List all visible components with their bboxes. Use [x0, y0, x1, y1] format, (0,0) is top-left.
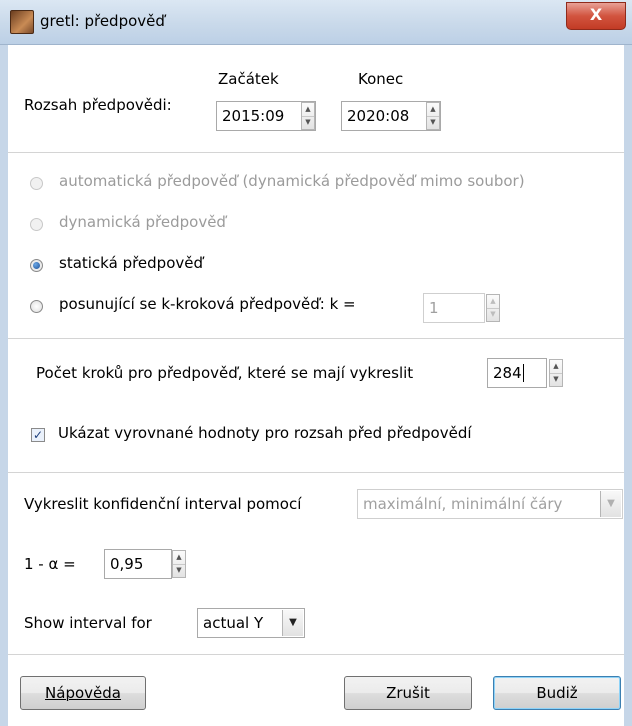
radio-rolling-k-step[interactable] [30, 300, 43, 313]
window-frame-right [624, 45, 632, 726]
radio-automatic-label: automatická předpověď (dynamická předpov… [59, 172, 525, 190]
start-date-value: 2015:09 [222, 107, 285, 125]
window-title: gretl: předpověď [40, 12, 165, 30]
interval-value: actual Y [203, 614, 264, 632]
decrement-arrow-icon[interactable]: ▼ [302, 116, 314, 129]
start-date-stepper[interactable]: ▲ ▼ [301, 102, 315, 130]
plot-steps-value: 284 [493, 364, 522, 382]
plot-steps-spinner[interactable]: 284 [487, 358, 547, 388]
chevron-down-icon[interactable]: ▼ [600, 491, 621, 517]
radio-static-label: statická předpověď [59, 254, 204, 272]
radio-automatic[interactable] [30, 177, 43, 190]
text-cursor [522, 364, 524, 382]
decrement-arrow-icon[interactable]: ▼ [173, 564, 185, 577]
help-button[interactable]: Nápověda [20, 676, 146, 710]
end-date-value: 2020:08 [347, 107, 410, 125]
ok-button-label: Budiž [536, 684, 578, 702]
increment-arrow-icon[interactable]: ▲ [427, 103, 439, 117]
k-steps-stepper[interactable]: ▲ ▼ [486, 294, 500, 322]
gretl-app-icon [10, 10, 34, 34]
interval-label: Show interval for [24, 614, 152, 632]
cancel-button[interactable]: Zrušit [344, 676, 472, 710]
ok-button[interactable]: Budiž [493, 676, 621, 710]
plot-steps-label: Počet kroků pro předpověď, které se mají… [36, 364, 414, 382]
decrement-arrow-icon[interactable]: ▼ [427, 116, 439, 129]
confidence-method-dropdown[interactable]: maximální, minimální čáry ▼ [357, 489, 623, 519]
help-button-label: Nápověda [45, 684, 121, 702]
interval-dropdown[interactable]: actual Y ▼ [197, 608, 305, 638]
close-button[interactable]: X [566, 2, 626, 30]
title-bar: gretl: předpověď X [0, 0, 632, 45]
radio-dynamic[interactable] [30, 218, 43, 231]
increment-arrow-icon[interactable]: ▲ [173, 551, 185, 565]
alpha-label: 1 - α = [24, 555, 76, 573]
k-steps-value: 1 [429, 299, 439, 317]
show-fitted-label: Ukázat vyrovnané hodnoty pro rozsah před… [58, 424, 472, 442]
confidence-method-label: Vykreslit konfidenční interval pomocí [24, 495, 302, 513]
start-header: Začátek [218, 70, 279, 88]
alpha-spinner[interactable]: 0,95 [104, 549, 172, 579]
end-header: Konec [358, 70, 404, 88]
cancel-button-label: Zrušit [386, 684, 430, 702]
radio-static[interactable] [30, 259, 43, 272]
separator [8, 654, 624, 655]
separator [8, 472, 624, 473]
decrement-arrow-icon[interactable]: ▼ [550, 373, 562, 386]
radio-dynamic-label: dynamická předpověď [59, 213, 226, 231]
range-label: Rozsah předpovědi: [24, 96, 172, 114]
separator [8, 152, 624, 153]
separator [8, 338, 624, 339]
end-date-stepper[interactable]: ▲ ▼ [426, 102, 440, 130]
increment-arrow-icon[interactable]: ▲ [302, 103, 314, 117]
window-frame-left [0, 45, 8, 726]
show-fitted-checkbox[interactable]: ✓ [31, 428, 45, 442]
increment-arrow-icon[interactable]: ▲ [550, 360, 562, 374]
alpha-stepper[interactable]: ▲ ▼ [172, 550, 186, 578]
alpha-value: 0,95 [110, 555, 144, 573]
radio-rolling-k-step-label: posunující se k-kroková předpověď: k = [59, 295, 356, 313]
k-steps-spinner[interactable]: 1 [423, 293, 485, 323]
increment-arrow-icon[interactable]: ▲ [487, 295, 499, 309]
chevron-down-icon[interactable]: ▼ [282, 610, 303, 636]
plot-steps-stepper[interactable]: ▲ ▼ [549, 359, 563, 387]
confidence-method-value: maximální, minimální čáry [363, 495, 563, 513]
decrement-arrow-icon[interactable]: ▼ [487, 308, 499, 321]
checkmark-icon: ✓ [32, 428, 44, 442]
